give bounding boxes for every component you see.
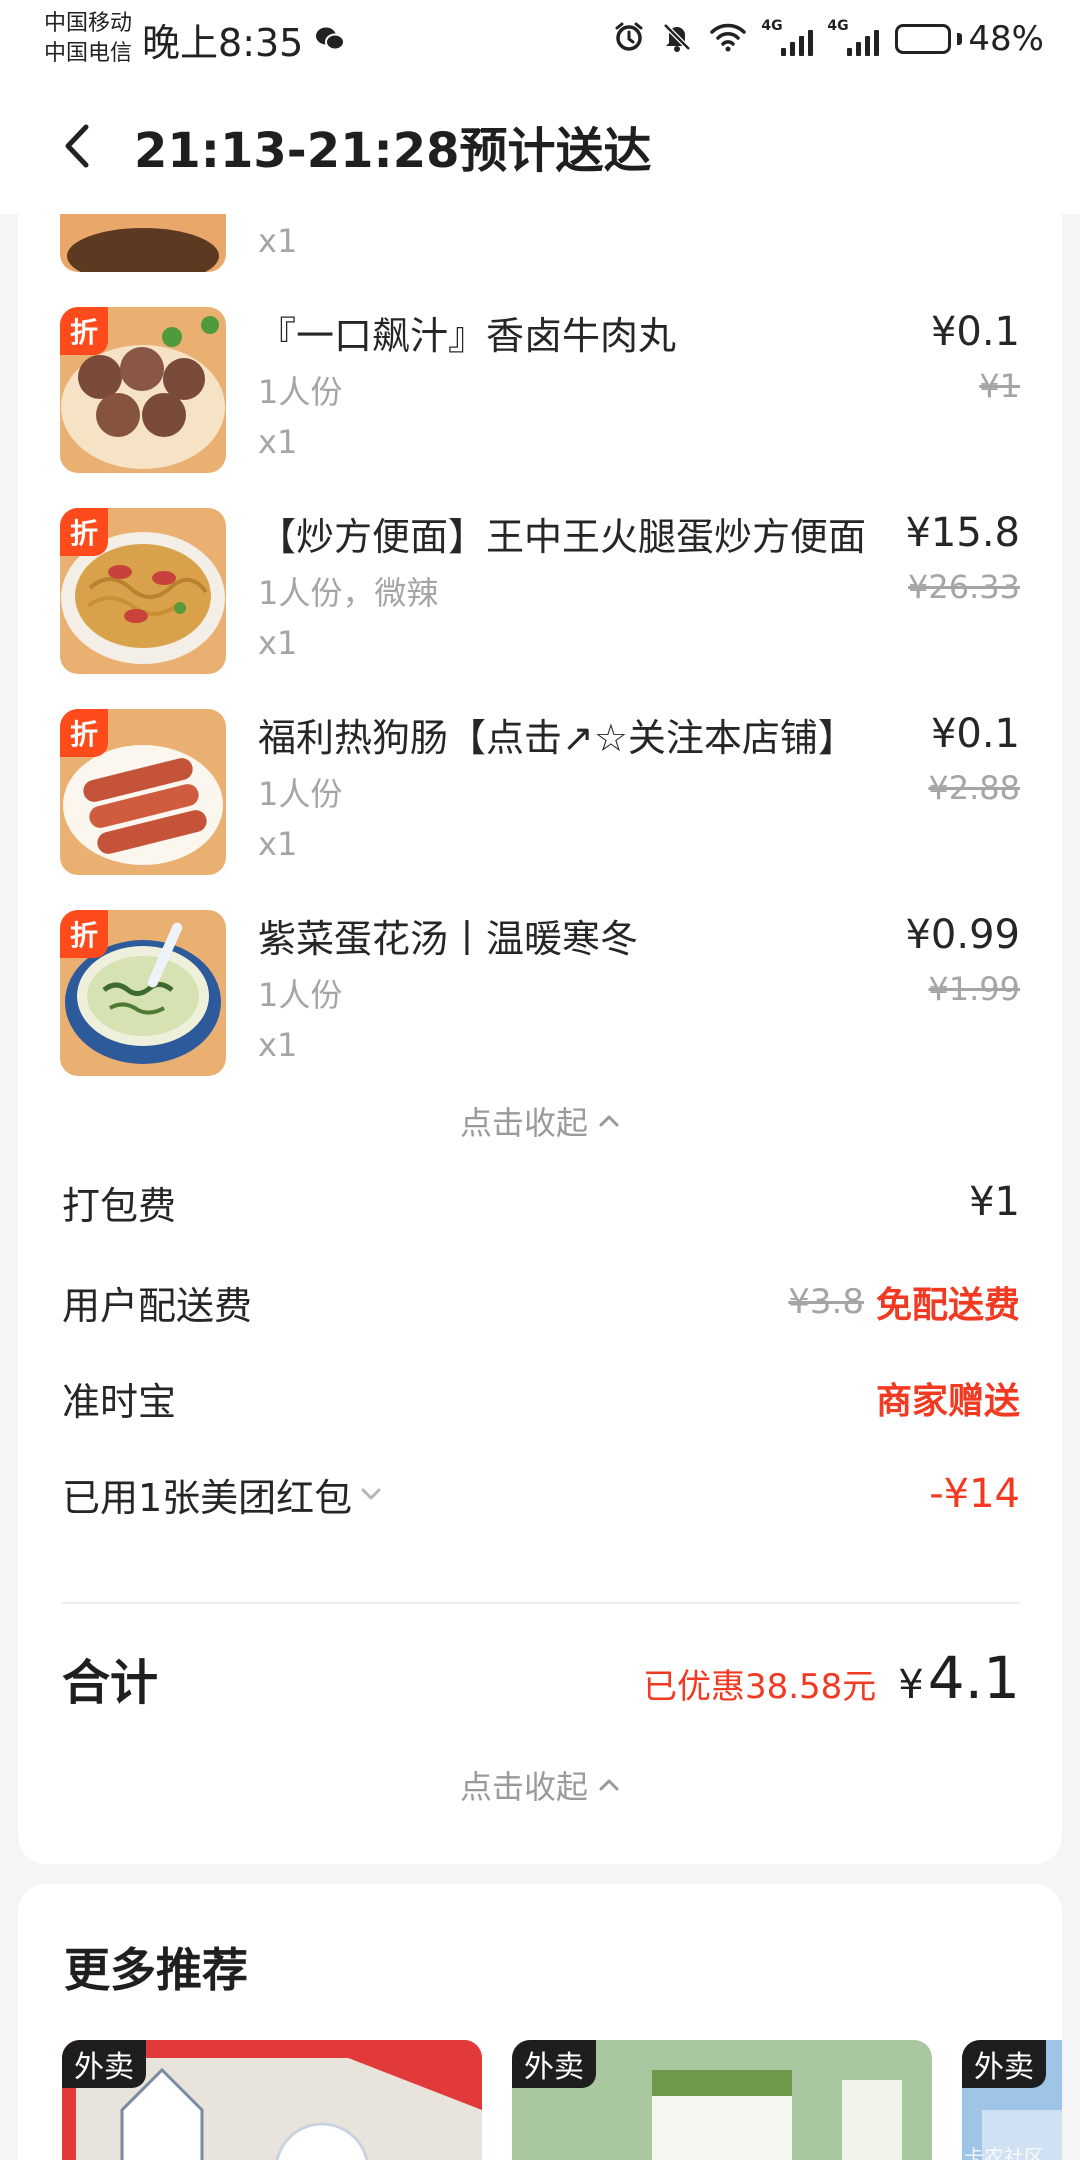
collapse-summary-button[interactable]: 点击收起	[18, 1762, 1062, 1808]
food-quantity: x1	[258, 1026, 298, 1064]
food-spec: 1人份	[258, 976, 343, 1014]
food-thumbnail-fried-noodles: 折	[60, 508, 226, 674]
food-thumbnail-seaweed-soup: 折	[60, 910, 226, 1076]
watermark: 卡农社区	[964, 2145, 1044, 2160]
recommend-item[interactable]: 外卖	[62, 2040, 482, 2160]
food-original-price: ¥1	[979, 367, 1020, 405]
ontime-guarantee-value: 商家赠送	[875, 1381, 1020, 1422]
signal-icon-1: 4G	[761, 18, 814, 56]
collapse-label: 点击收起	[459, 1104, 588, 1142]
food-item[interactable]: 折 【炒方便面】王中王火腿蛋炒方便面 1人份，微辣 x1 ¥15.8 ¥26.3…	[18, 488, 1062, 689]
delivery-fee-free: 免配送费	[875, 1285, 1020, 1326]
food-quantity: x1	[258, 423, 298, 461]
red-packet-label: 已用1张美团红包	[62, 1475, 353, 1520]
recommend-badge: 外卖	[62, 2040, 146, 2088]
back-button[interactable]	[58, 111, 114, 181]
food-price: ¥0.99	[905, 912, 1020, 958]
signal-icon-2: 4G	[827, 18, 880, 56]
total-summary: 已优惠38.58元 ¥4.1	[643, 1644, 1020, 1712]
delivery-fee-value: ¥3.8 免配送费	[788, 1276, 1020, 1328]
food-item[interactable]: 折 紫菜蛋花汤丨温暖寒冬 1人份 x1 ¥0.99 ¥1.99	[18, 890, 1062, 1091]
discount-badge: 折	[60, 508, 108, 556]
battery-indicator: 48%	[895, 19, 1044, 59]
discount-badge: 折	[60, 307, 108, 355]
chevron-up-icon	[599, 1115, 619, 1127]
divider	[62, 1602, 1020, 1604]
food-original-price: ¥1.99	[928, 970, 1020, 1008]
food-name: 『一口飙汁』香卤牛肉丸	[258, 314, 677, 358]
recommend-item[interactable]: 外卖	[512, 2040, 932, 2160]
order-detail-page: 中国移动 中国电信 晚上8:35 4G 4G 48% 21:13-21:28预计…	[0, 0, 1080, 2160]
packing-fee-row: 打包费 ¥1	[62, 1172, 1020, 1232]
chevron-up-icon	[599, 1779, 619, 1791]
delivery-eta-title: 21:13-21:28预计送达	[134, 123, 652, 179]
ontime-guarantee-row: 准时宝 商家赠送	[62, 1368, 1020, 1428]
page-header: 21:13-21:28预计送达	[0, 78, 1080, 214]
packing-fee-label: 打包费	[62, 1183, 177, 1228]
food-price: ¥0.1	[930, 711, 1020, 757]
packing-fee-value: ¥1	[969, 1179, 1020, 1225]
food-original-price: ¥26.33	[908, 568, 1020, 606]
food-quantity: x1	[258, 624, 298, 662]
battery-percent: 48%	[968, 19, 1044, 59]
food-thumbnail-beef-balls: 折	[60, 307, 226, 473]
food-thumbnail-hot-dog: 折	[60, 709, 226, 875]
network-type-2: 4G	[827, 18, 849, 34]
recommend-section: 更多推荐 外卖 外卖 外卖 卡农社区	[18, 1884, 1062, 2160]
carrier-2: 中国电信	[44, 41, 133, 66]
food-item[interactable]: x1	[18, 214, 1062, 287]
food-item[interactable]: 折 福利热狗肠【点击↗☆关注本店铺】 1人份 x1 ¥0.1 ¥2.88	[18, 689, 1062, 890]
total-amount: 4.1	[927, 1644, 1020, 1712]
carrier-names: 中国移动 中国电信	[44, 9, 132, 69]
ontime-guarantee-label: 准时宝	[62, 1379, 177, 1424]
wifi-icon	[709, 22, 747, 56]
food-original-price: ¥2.88	[928, 769, 1020, 807]
collapse-label: 点击收起	[459, 1768, 588, 1806]
red-packet-value: -¥14	[929, 1471, 1020, 1517]
food-name: 【炒方便面】王中王火腿蛋炒方便面	[258, 515, 867, 559]
food-list: x1 折 『一口飙汁』香卤牛肉丸 1人份 x1 ¥0.1 ¥1 折 【炒方便面】…	[18, 214, 1062, 1091]
red-packet-label-group: 已用1张美团红包	[62, 1467, 382, 1522]
order-card: x1 折 『一口飙汁』香卤牛肉丸 1人份 x1 ¥0.1 ¥1 折 【炒方便面】…	[18, 214, 1062, 1864]
food-spec: 1人份，微辣	[258, 574, 439, 612]
chevron-down-icon	[361, 1488, 381, 1500]
food-price: ¥0.1	[930, 309, 1020, 355]
total-saved: 已优惠38.58元	[642, 1667, 877, 1707]
wechat-icon	[315, 26, 346, 52]
discount-badge: 折	[60, 910, 108, 958]
total-currency: ¥	[898, 1662, 924, 1708]
delivery-fee-label: 用户配送费	[62, 1283, 253, 1328]
status-bar: 中国移动 中国电信 晚上8:35 4G 4G 48%	[0, 0, 1080, 78]
delivery-fee-row: 用户配送费 ¥3.8 免配送费	[62, 1272, 1020, 1332]
total-price: ¥4.1	[898, 1644, 1020, 1712]
food-item[interactable]: 折 『一口飙汁』香卤牛肉丸 1人份 x1 ¥0.1 ¥1	[18, 287, 1062, 488]
alarm-icon	[613, 21, 645, 57]
recommend-badge: 外卖	[962, 2040, 1046, 2088]
recommend-title: 更多推荐	[64, 1943, 248, 1997]
food-quantity: x1	[258, 825, 298, 863]
mute-bell-icon	[661, 21, 693, 57]
food-name: 紫菜蛋花汤丨温暖寒冬	[258, 917, 639, 961]
battery-icon	[895, 24, 952, 54]
collapse-items-button[interactable]: 点击收起	[18, 1098, 1062, 1144]
discount-badge: 折	[60, 709, 108, 757]
food-spec: 1人份	[258, 775, 343, 813]
food-price: ¥15.8	[905, 510, 1020, 556]
carrier-1: 中国移动	[44, 11, 133, 36]
food-thumbnail	[60, 214, 226, 272]
order-total-row: 合计 已优惠38.58元 ¥4.1	[62, 1638, 1020, 1718]
status-time: 晚上8:35	[142, 20, 304, 65]
red-packet-row[interactable]: 已用1张美团红包 -¥14	[62, 1464, 1020, 1524]
food-name: 福利热狗肠【点击↗☆关注本店铺】	[258, 716, 856, 760]
food-spec: 1人份	[258, 373, 343, 411]
delivery-fee-original: ¥3.8	[788, 1282, 864, 1322]
chevron-left-icon	[65, 124, 89, 168]
food-quantity: x1	[258, 222, 298, 260]
recommend-badge: 外卖	[512, 2040, 596, 2088]
status-icons: 4G 4G 48%	[613, 18, 1044, 59]
total-label: 合计	[62, 1655, 159, 1711]
network-type-1: 4G	[761, 18, 783, 34]
